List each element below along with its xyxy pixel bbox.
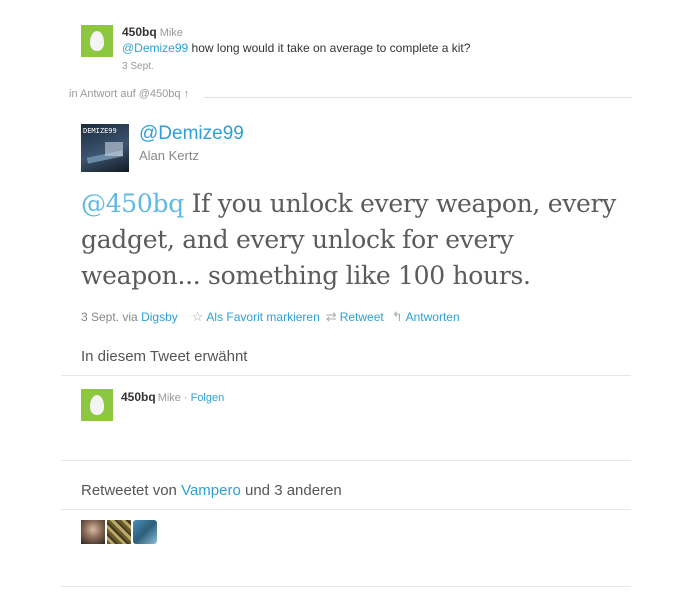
main-screen-name[interactable]: @Demize99 [139,123,244,145]
egg-icon [89,31,105,51]
retweeter-avatar[interactable] [107,520,131,544]
divider [61,586,631,587]
reply-label[interactable]: Antworten [406,310,460,324]
retweeted-by-heading: Retweetet von Vampero und 3 anderen [81,482,342,499]
via-label: via [122,310,138,324]
via-client-link[interactable]: Digsby [141,310,178,324]
star-icon: ☆ [191,309,204,324]
mentioned-full-name: Mike [157,392,181,404]
retweet-label[interactable]: Retweet [340,310,384,324]
retweeter-link[interactable]: Vampero [181,482,241,499]
retweet-action[interactable]: ⇄ Retweet [326,309,384,325]
reply-context-link[interactable]: in Antwort auf @450bq ↑ [69,88,189,100]
tweet-meta-row: 3 Sept. via Digsby ☆ Als Favorit markiere… [81,309,460,325]
divider [204,97,632,98]
mentioned-heading: In diesem Tweet erwähnt [81,348,248,365]
divider [61,375,631,376]
main-tweet-text: @450bq If you unlock every weapon, every… [81,186,621,294]
retweeter-avatar[interactable] [81,520,105,544]
parent-tweet-text: @Demize99 how long would it take on aver… [122,41,470,55]
mentioned-user: 450bq Mike · Folgen [121,390,224,404]
main-full-name: Alan Kertz [139,148,199,163]
separator-dot: · [183,392,188,404]
reply-action[interactable]: ↰ Antworten [392,309,460,325]
favorite-action[interactable]: ☆ Als Favorit markieren [192,309,320,325]
parent-avatar[interactable] [81,25,113,57]
divider [61,460,631,461]
retweeter-avatar[interactable] [133,520,157,544]
mentioned-user-avatar[interactable] [81,389,113,421]
retweeted-suffix: und 3 anderen [240,482,342,499]
parent-timestamp[interactable]: 3 Sept. [122,61,154,72]
parent-tweet-body: how long would it take on average to com… [188,41,471,55]
parent-author[interactable]: 450bq Mike [122,25,183,39]
favorite-label[interactable]: Als Favorit markieren [206,310,319,324]
avatar-logo-text: DEMIZE99 [83,127,117,135]
parent-screen-name[interactable]: 450bq [122,25,157,39]
divider [61,509,631,510]
follow-button[interactable]: Folgen [191,392,225,404]
main-timestamp[interactable]: 3 Sept. [81,310,119,324]
reply-icon: ↰ [391,309,403,324]
parent-mention-link[interactable]: @Demize99 [122,41,188,55]
retweeted-prefix: Retweetet von [81,482,182,499]
parent-full-name: Mike [159,27,183,39]
main-mention-link[interactable]: @450bq [81,189,184,218]
main-avatar[interactable]: DEMIZE99 [81,124,129,172]
egg-icon [89,395,105,415]
avatar-graphic [105,142,123,156]
mentioned-screen-name[interactable]: 450bq [121,390,156,404]
retweet-icon: ⇄ [325,309,337,324]
